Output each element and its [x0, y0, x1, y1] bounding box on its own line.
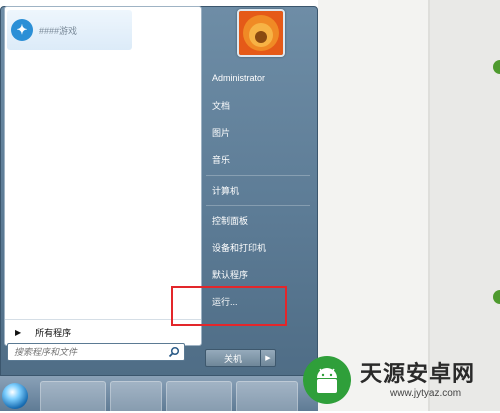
taskbar-button[interactable] — [236, 381, 298, 413]
run-highlight-box — [171, 286, 287, 326]
search-box[interactable] — [7, 343, 185, 361]
search-input[interactable] — [8, 346, 166, 358]
site-watermark: 天源安卓网 www.jytyaz.com — [300, 350, 500, 411]
devices-printers-label: 设备和打印机 — [212, 242, 267, 253]
watermark-brand: 天源安卓网 — [360, 362, 476, 387]
chevron-right-icon: ▶ — [15, 327, 22, 337]
default-programs-link[interactable]: 默认程序 — [204, 263, 310, 285]
devices-printers-link[interactable]: 设备和打印机 — [204, 236, 310, 258]
search-icon[interactable] — [168, 346, 180, 358]
app-icon: ✦ — [11, 19, 33, 41]
documents-label: 文档 — [212, 100, 231, 111]
step-marker-2 — [493, 290, 500, 304]
step-marker-1 — [493, 60, 500, 74]
chevron-right-icon: ▶ — [265, 355, 271, 362]
control-panel-link[interactable]: 控制面板 — [204, 209, 310, 231]
documents-link[interactable]: 文档 — [204, 94, 310, 116]
shutdown-options-button[interactable]: ▶ — [260, 349, 276, 367]
android-logo-icon — [303, 356, 351, 404]
menu-separator — [206, 205, 310, 206]
music-label: 音乐 — [212, 154, 231, 165]
computer-label: 计算机 — [212, 185, 240, 196]
pictures-link[interactable]: 图片 — [204, 121, 310, 143]
user-name-link[interactable]: Administrator — [204, 67, 310, 89]
shutdown-label: 关机 — [223, 353, 242, 364]
control-panel-label: 控制面板 — [212, 215, 249, 226]
default-programs-label: 默认程序 — [212, 269, 249, 280]
computer-link[interactable]: 计算机 — [204, 179, 310, 201]
start-orb-icon[interactable] — [2, 383, 28, 409]
pictures-label: 图片 — [212, 127, 231, 138]
shutdown-button[interactable]: 关机 — [205, 349, 261, 367]
taskbar-button[interactable] — [40, 381, 106, 413]
taskbar-button[interactable] — [166, 381, 232, 413]
taskbar-button[interactable] — [110, 381, 162, 413]
user-picture[interactable] — [237, 9, 285, 57]
pinned-app[interactable]: ✦ ####游戏 — [7, 10, 132, 50]
user-picture-flower — [239, 11, 283, 55]
menu-separator — [206, 175, 310, 176]
pinned-app-label: ####游戏 — [39, 25, 78, 36]
user-name: Administrator — [212, 73, 266, 83]
music-link[interactable]: 音乐 — [204, 148, 310, 170]
watermark-url: www.jytyaz.com — [390, 388, 462, 399]
all-programs-label: 所有程序 — [35, 327, 72, 338]
